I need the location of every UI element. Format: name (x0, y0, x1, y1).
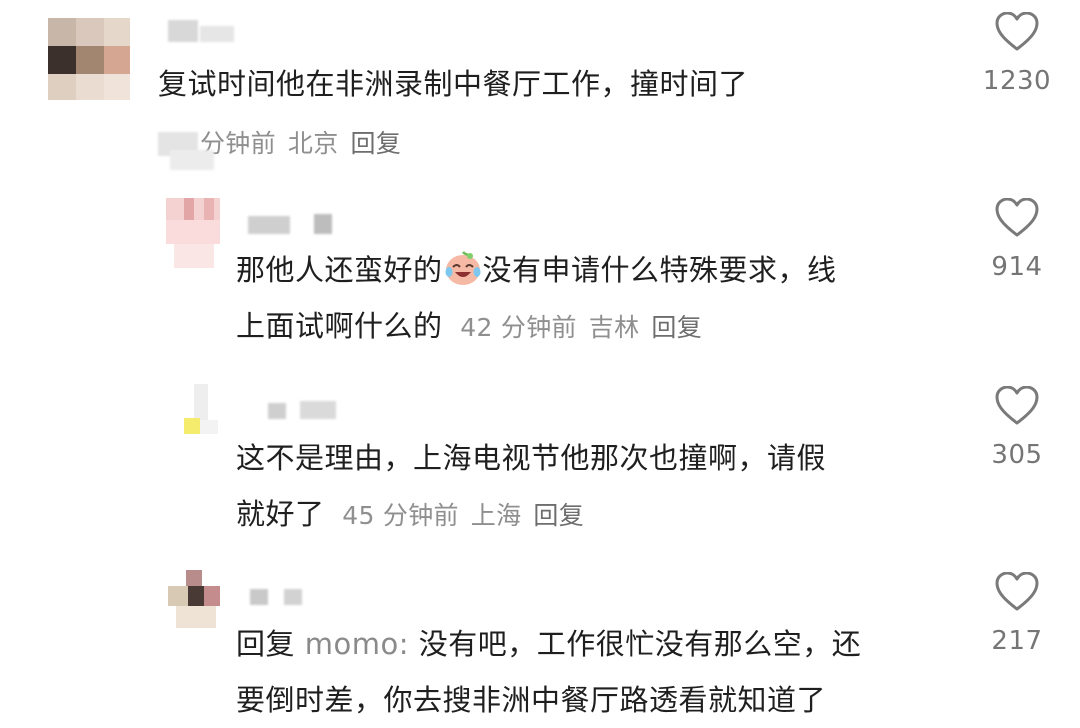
comment-meta: 42 分钟前 吉林 回复 (460, 313, 702, 342)
reply-button[interactable]: 回复 (351, 129, 402, 158)
reply-button[interactable]: 回复 (651, 313, 702, 342)
comment-text-part1: 那他人还蛮好的 (236, 253, 443, 287)
heart-outline-icon (995, 12, 1039, 51)
comment-text-line2: 就好了 (236, 497, 325, 531)
avatar[interactable] (48, 18, 130, 100)
avatar[interactable] (166, 198, 220, 268)
like-button[interactable]: 217 (962, 572, 1072, 656)
username-blurred[interactable] (168, 20, 234, 44)
comment-location: 上海 (470, 501, 522, 530)
mention-username[interactable]: momo: (305, 627, 409, 661)
heart-outline-icon (995, 386, 1039, 425)
like-count: 305 (991, 440, 1043, 470)
username-blurred[interactable] (268, 401, 338, 421)
heart-outline-icon (995, 198, 1039, 237)
heart-outline-icon (995, 572, 1039, 611)
avatar[interactable] (168, 570, 220, 628)
comment-text-line2: 要倒时差，你去搜非洲中餐厅路透看就知道了 (236, 683, 827, 717)
username-blurred[interactable] (250, 587, 310, 607)
comment-text: 这不是理由，上海电视节他那次也撞啊，请假 就好了 45 分钟前 上海 回复 (236, 430, 956, 544)
like-button[interactable]: 914 (962, 198, 1072, 282)
comment-text-line1: 这不是理由，上海电视节他那次也撞啊，请假 (236, 441, 827, 475)
comment-text-line2: 上面试啊什么的 (236, 309, 443, 343)
comment-time: 42 分钟前 (460, 313, 577, 342)
like-button[interactable]: 305 (962, 386, 1072, 470)
username-blurred[interactable] (248, 214, 338, 236)
comment-location: 北京 (287, 129, 339, 158)
comment-time: 45 分钟前 (342, 501, 459, 530)
comment-text-part2: 没有申请什么特殊要求，线 (482, 253, 837, 287)
reply-prefix: 回复 (236, 627, 296, 661)
like-count: 217 (991, 626, 1043, 656)
comment-text: 那他人还蛮好的 没有申请什么特殊要求，线 上面试啊什么的 42 分钟前 吉林 回复 (236, 242, 956, 356)
like-button[interactable]: 1230 (962, 12, 1072, 96)
crying-laughing-emoji (445, 251, 481, 285)
like-count: 914 (991, 252, 1043, 282)
comment-text: 复试时间他在非洲录制中餐厅工作，撞时间了 (158, 67, 749, 101)
comment-meta: 45 分钟前 上海 回复 (342, 501, 584, 530)
avatar[interactable] (180, 384, 222, 440)
like-count: 1230 (982, 66, 1052, 96)
comment-text: 回复 momo: 没有吧，工作很忙没有那么空，还 要倒时差，你去搜非洲中餐厅路透… (236, 616, 956, 728)
comment-location: 吉林 (588, 313, 640, 342)
reply-button[interactable]: 回复 (533, 501, 584, 530)
time-blurred-lower (170, 150, 214, 170)
comment-text-line1: 没有吧，工作很忙没有那么空，还 (418, 627, 862, 661)
